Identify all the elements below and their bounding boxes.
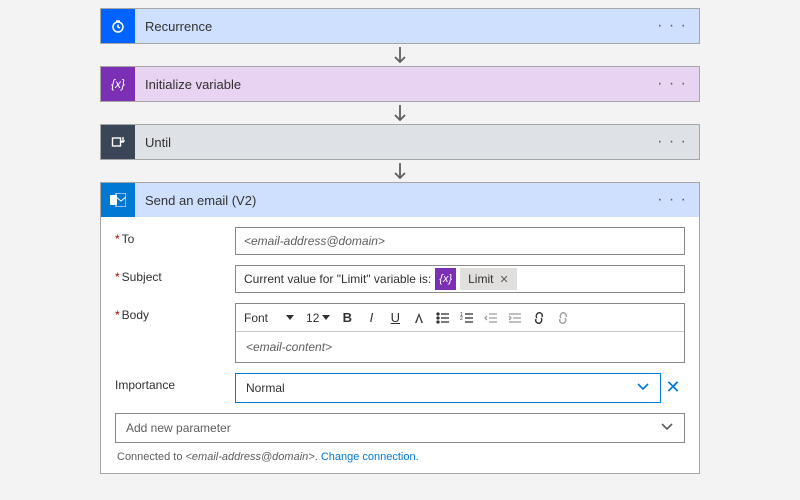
add-parameter-label: Add new parameter (126, 421, 231, 435)
loop-icon (101, 125, 135, 159)
variable-token[interactable]: Limit ✕ (460, 268, 517, 290)
remove-token-icon[interactable]: ✕ (499, 273, 508, 286)
init-variable-card[interactable]: {x} Initialize variable · · · (100, 66, 700, 102)
chevron-down-icon (660, 421, 674, 435)
flow-arrow (391, 46, 409, 64)
until-card[interactable]: Until · · · (100, 124, 700, 160)
email-header[interactable]: Send an email (V2) · · · (101, 183, 699, 217)
subject-label: Subject (115, 265, 235, 284)
subject-input[interactable]: Current value for "Limit" variable is: {… (235, 265, 685, 293)
font-color-button[interactable] (408, 307, 430, 329)
chevron-down-icon (636, 381, 650, 395)
unlink-button[interactable] (552, 307, 574, 329)
bullet-list-button[interactable] (432, 307, 454, 329)
recurrence-card[interactable]: Recurrence · · · (100, 8, 700, 44)
subject-row: Subject Current value for "Limit" variab… (115, 265, 685, 293)
outlook-icon (101, 183, 135, 217)
variable-token-icon: {x} (435, 268, 456, 290)
add-parameter-dropdown[interactable]: Add new parameter (115, 413, 685, 443)
email-card: Send an email (V2) · · · To <email-addre… (100, 182, 700, 474)
recurrence-menu-button[interactable]: · · · (653, 17, 691, 35)
importance-dropdown[interactable]: Normal (235, 373, 661, 403)
link-button[interactable] (528, 307, 550, 329)
flow-arrow (391, 162, 409, 180)
variable-token-name: Limit (468, 272, 493, 286)
connection-footer: Connected to <email-address@domain>. Cha… (115, 443, 685, 465)
flow-arrow (391, 104, 409, 122)
body-label: Body (115, 303, 235, 322)
email-menu-button[interactable]: · · · (653, 191, 691, 209)
caret-down-icon (322, 315, 330, 320)
number-list-button[interactable]: 12 (456, 307, 478, 329)
importance-label: Importance (115, 373, 235, 392)
init-variable-menu-button[interactable]: · · · (653, 75, 691, 93)
connection-account: <email-address@domain> (186, 451, 315, 463)
recurrence-title: Recurrence (135, 19, 653, 34)
recurrence-header[interactable]: Recurrence · · · (101, 9, 699, 43)
to-label: To (115, 227, 235, 246)
to-row: To <email-address@domain> (115, 227, 685, 255)
to-input[interactable]: <email-address@domain> (235, 227, 685, 255)
change-connection-link[interactable]: Change connection. (321, 451, 419, 463)
subject-text: Current value for "Limit" variable is: (244, 272, 431, 286)
until-title: Until (135, 135, 653, 150)
svg-text:2: 2 (460, 316, 463, 322)
font-dropdown[interactable]: Font (242, 308, 300, 328)
bold-button[interactable]: B (336, 307, 358, 329)
underline-button[interactable]: U (384, 307, 406, 329)
importance-row: Importance Normal ✕ (115, 373, 685, 403)
rich-text-toolbar: Font 12 B I U (236, 304, 684, 332)
importance-value: Normal (246, 381, 285, 395)
remove-importance-button[interactable]: ✕ (661, 373, 685, 398)
clock-icon (101, 9, 135, 43)
italic-button[interactable]: I (360, 307, 382, 329)
indent-button[interactable] (504, 307, 526, 329)
until-menu-button[interactable]: · · · (653, 133, 691, 151)
init-variable-header[interactable]: {x} Initialize variable · · · (101, 67, 699, 101)
body-editor: Font 12 B I U (235, 303, 685, 363)
variable-icon: {x} (101, 67, 135, 101)
body-input[interactable]: <email-content> (236, 332, 684, 362)
init-variable-title: Initialize variable (135, 77, 653, 92)
email-title: Send an email (V2) (135, 193, 653, 208)
outdent-button[interactable] (480, 307, 502, 329)
body-row: Body Font 12 B (115, 303, 685, 363)
font-size-dropdown[interactable]: 12 (302, 311, 334, 325)
until-header[interactable]: Until · · · (101, 125, 699, 159)
caret-down-icon (286, 315, 294, 320)
